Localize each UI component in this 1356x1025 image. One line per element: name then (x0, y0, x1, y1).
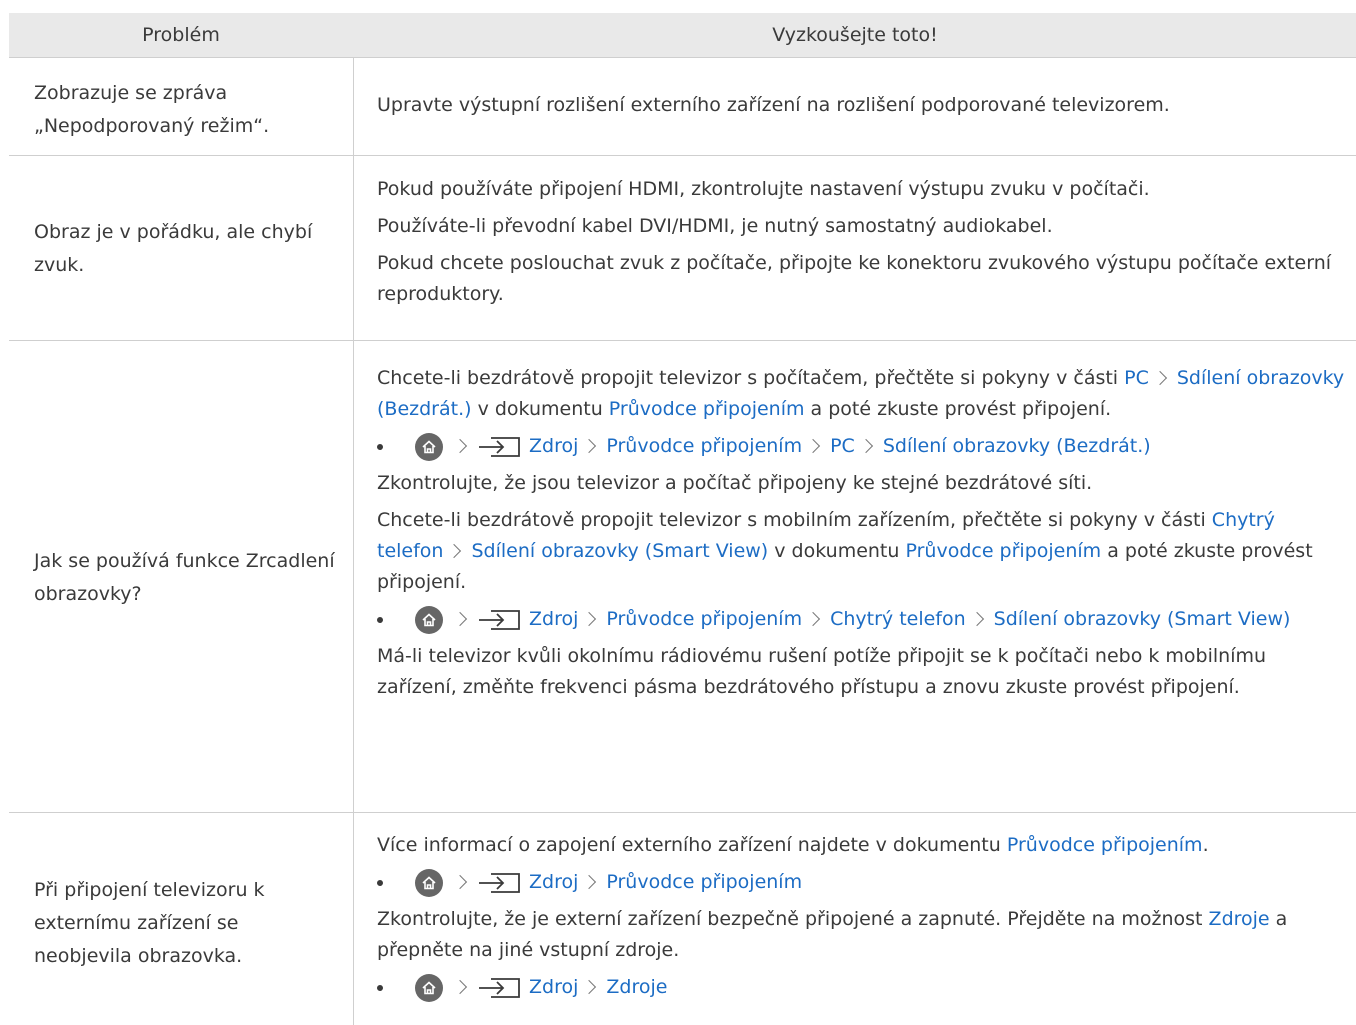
chevron-right-icon (806, 438, 821, 453)
row-divider (9, 812, 1356, 813)
link-smart-view[interactable]: Sdílení obrazovky (Smart View) (471, 540, 768, 562)
text-fragment: Chcete-li bezdrátově propojit televizor … (377, 509, 1212, 531)
link-zdroj[interactable]: Zdroj (529, 608, 578, 630)
source-icon (477, 977, 523, 999)
chevron-right-icon (806, 611, 821, 626)
chevron-right-icon (1152, 370, 1167, 385)
bullet (377, 617, 383, 623)
solution-text: Upravte výstupní rozlišení externího zař… (377, 94, 1170, 116)
chevron-right-icon (447, 543, 462, 558)
solution-text: Má-li televizor kvůli okolnímu rádiovému… (377, 645, 1267, 698)
chevron-right-icon (582, 438, 597, 453)
header-solution: Vyzkoušejte toto! (772, 24, 938, 46)
link-pc[interactable]: PC (1124, 367, 1149, 389)
bullet (377, 880, 383, 886)
chevron-right-icon (582, 979, 597, 994)
text-fragment: a poté zkuste provést připojení. (804, 398, 1112, 420)
source-icon (477, 872, 523, 894)
text-fragment: v dokumentu (768, 540, 906, 562)
link-connection-guide[interactable]: Průvodce připojením (609, 398, 805, 420)
chevron-right-icon (582, 874, 597, 889)
chevron-right-icon (452, 874, 468, 889)
home-icon (415, 432, 443, 461)
row-divider (9, 155, 1356, 156)
solution-text: Používáte-li převodní kabel DVI/HDMI, je… (377, 215, 1053, 237)
text-fragment: Chcete-li bezdrátově propojit televizor … (377, 367, 1125, 389)
solution-cell-4: Více informací o zapojení externího zaří… (377, 830, 1347, 1009)
menu-path: Zdroj Průvodce připojením Chytrý telefon Sd… (377, 604, 1347, 635)
problem-cell-3: Jak se používá funkce Zrcadlení obrazovk… (34, 550, 335, 605)
problem-cell-2: Obraz je v pořádku, ale chybí zvuk. (34, 221, 313, 276)
chevron-right-icon (452, 979, 468, 994)
table-header: Problém Vyzkoušejte toto! (9, 13, 1356, 58)
link-zdroje[interactable]: Zdroje (606, 976, 667, 998)
chevron-right-icon (858, 438, 873, 453)
bullet (377, 985, 383, 991)
chevron-right-icon (969, 611, 984, 626)
row-divider (9, 340, 1356, 341)
link-screen-sharing[interactable]: Sdílení obrazovky (Bezdrát.) (883, 435, 1151, 457)
solution-text: Zkontrolujte, že jsou televizor a počíta… (377, 472, 1093, 494)
link-connection-guide[interactable]: Průvodce připojením (606, 608, 802, 630)
column-divider (353, 57, 354, 1025)
link-connection-guide[interactable]: Průvodce připojením (1007, 834, 1203, 856)
bullet (377, 444, 383, 450)
chevron-right-icon (452, 611, 468, 626)
menu-path: Zdroj Průvodce připojením PC Sdílení obrazo… (377, 431, 1347, 462)
problem-cell-4: Při připojení televizoru k externímu zař… (34, 879, 265, 967)
solution-text: Pokud chcete poslouchat zvuk z počítače,… (377, 252, 1332, 305)
home-icon (415, 605, 443, 634)
home-icon (415, 973, 443, 1002)
text-fragment: . (1202, 834, 1209, 856)
solution-cell-1: Upravte výstupní rozlišení externího zař… (377, 90, 1347, 127)
solution-cell-3: Chcete-li bezdrátově propojit televizor … (377, 363, 1347, 709)
solution-cell-2: Pokud používáte připojení HDMI, zkontrol… (377, 174, 1347, 316)
link-smartphone[interactable]: Chytrý telefon (830, 608, 966, 630)
text-fragment: v dokumentu (471, 398, 609, 420)
link-smart-view[interactable]: Sdílení obrazovky (Smart View) (994, 608, 1291, 630)
link-connection-guide[interactable]: Průvodce připojením (606, 871, 802, 893)
text-fragment: Více informací o zapojení externího zaří… (377, 834, 1007, 856)
link-connection-guide[interactable]: Průvodce připojením (905, 540, 1101, 562)
link-pc[interactable]: PC (830, 435, 855, 457)
link-zdroj[interactable]: Zdroj (529, 871, 578, 893)
solution-text: Více informací o zapojení externího zaří… (377, 830, 1347, 861)
menu-path: Zdroj Průvodce připojením (377, 867, 1347, 898)
chevron-right-icon (582, 611, 597, 626)
menu-path: Zdroj Zdroje (377, 972, 1347, 1003)
link-zdroj[interactable]: Zdroj (529, 976, 578, 998)
link-connection-guide[interactable]: Průvodce připojením (606, 435, 802, 457)
solution-text: Pokud používáte připojení HDMI, zkontrol… (377, 178, 1150, 200)
chevron-right-icon (452, 438, 468, 453)
solution-text: Zkontrolujte, že je externí zařízení bez… (377, 904, 1347, 966)
text-fragment: Zkontrolujte, že je externí zařízení bez… (377, 908, 1209, 930)
solution-text: Chcete-li bezdrátově propojit televizor … (377, 363, 1347, 425)
source-icon (477, 436, 523, 458)
solution-text: Chcete-li bezdrátově propojit televizor … (377, 505, 1347, 598)
header-problem: Problém (142, 24, 220, 46)
link-zdroj[interactable]: Zdroj (529, 435, 578, 457)
link-zdroje[interactable]: Zdroje (1209, 908, 1270, 930)
home-icon (415, 868, 443, 897)
problem-cell-1: Zobrazuje se zpráva „Nepodporovaný režim… (34, 82, 270, 137)
source-icon (477, 609, 523, 631)
